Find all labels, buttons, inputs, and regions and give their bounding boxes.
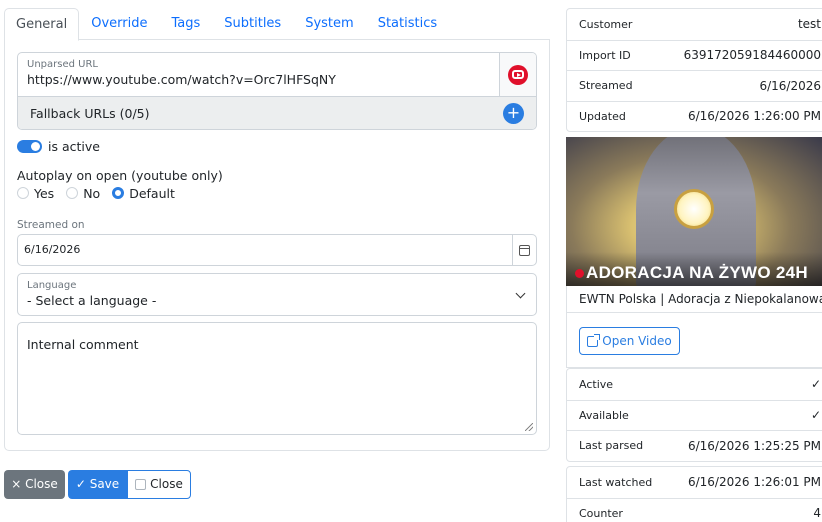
internal-comment-textarea[interactable]: Internal comment	[17, 322, 537, 435]
radio-no-label: No	[83, 185, 101, 201]
calendar-button[interactable]	[512, 235, 536, 265]
comment-placeholder: Internal comment	[27, 337, 139, 352]
status-row-available: Available ✓	[567, 399, 822, 431]
language-label: Language	[27, 280, 77, 291]
info-value: 6/16/2026	[759, 78, 821, 93]
radio-default-label: Default	[129, 185, 175, 201]
tab-general[interactable]: General	[4, 8, 80, 41]
info-key: Updated	[579, 109, 626, 123]
watch-value: 4	[813, 506, 821, 521]
url-group: Unparsed URL https://www.youtube.com/wat…	[17, 52, 537, 130]
watch-row-counter: Counter 4	[567, 497, 822, 522]
info-value: 639172059184460000	[683, 48, 821, 63]
card-divider	[567, 312, 822, 313]
video-card: EWTN Polska | Adoracja z Niepokalanowa O…	[566, 286, 822, 368]
thumbnail-text: ADORACJA NA ŻYWO 24H	[586, 263, 808, 282]
streamed-on-label: Streamed on	[17, 219, 85, 231]
calendar-icon	[519, 244, 530, 256]
check-icon: ✓	[810, 377, 821, 392]
info-key: Customer	[579, 17, 633, 31]
url-label: Unparsed URL	[27, 59, 98, 70]
tab-bar: General Override Tags Subtitles System S…	[4, 8, 550, 41]
watch-key: Counter	[579, 506, 623, 520]
active-toggle-row: is active	[17, 138, 100, 154]
tab-system[interactable]: System	[293, 8, 365, 40]
tab-statistics[interactable]: Statistics	[366, 8, 449, 40]
url-value[interactable]: https://www.youtube.com/watch?v=Orc7lHFS…	[27, 71, 491, 88]
youtube-button[interactable]	[499, 53, 536, 96]
radio-default-circle[interactable]	[112, 187, 125, 199]
tab-tags[interactable]: Tags	[159, 8, 212, 40]
streamed-date-input[interactable]: 6/16/2026	[17, 234, 537, 266]
video-thumbnail[interactable]: ADORACJA NA ŻYWO 24H	[566, 137, 822, 286]
close-toggle-label: Close	[150, 477, 183, 491]
info-value: test	[797, 17, 821, 32]
youtube-icon	[508, 64, 528, 85]
info-value: 6/16/2026 1:26:00 PM	[687, 109, 821, 124]
url-field[interactable]: Unparsed URL https://www.youtube.com/wat…	[18, 53, 500, 96]
fallback-urls-label: Fallback URLs (0/5)	[30, 106, 150, 121]
radio-yes-label: Yes	[34, 185, 55, 201]
language-value: - Select a language -	[27, 293, 157, 308]
autoplay-options: Yes No Default	[17, 185, 187, 201]
radio-no-circle[interactable]	[66, 187, 79, 199]
watch-key: Last watched	[579, 475, 653, 489]
resize-handle-icon[interactable]	[525, 423, 533, 431]
check-icon: ✓	[810, 408, 821, 423]
general-panel: Unparsed URL https://www.youtube.com/wat…	[4, 39, 550, 451]
info-table: Customer test Import ID 6391720591844600…	[566, 8, 822, 132]
info-key: Streamed	[579, 79, 633, 93]
streamed-date-value: 6/16/2026	[24, 243, 81, 256]
fallback-urls-row[interactable]: Fallback URLs (0/5) +	[18, 96, 536, 129]
status-key: Available	[579, 408, 629, 422]
language-select[interactable]: Language - Select a language -	[17, 273, 537, 316]
save-button-group: ✓ Save Close	[68, 470, 191, 499]
checkbox-icon[interactable]	[135, 479, 147, 490]
status-table: Active ✓ Available ✓ Last parsed 6/16/20…	[566, 368, 822, 462]
tab-subtitles[interactable]: Subtitles	[212, 8, 293, 40]
info-row-import-id: Import ID 639172059184460000	[567, 39, 822, 71]
status-value: 6/16/2026 1:25:25 PM	[687, 438, 821, 453]
radio-yes[interactable]: Yes	[17, 186, 54, 201]
save-button[interactable]: ✓ Save	[68, 470, 127, 499]
autoplay-label: Autoplay on open (youtube only)	[17, 168, 223, 183]
radio-default[interactable]: Default	[112, 186, 175, 201]
watch-table: Last watched 6/16/2026 1:26:01 PM Counte…	[566, 466, 822, 522]
status-key: Active	[579, 377, 614, 391]
open-video-label: Open Video	[602, 334, 672, 348]
live-dot-icon	[575, 269, 584, 278]
status-row-last-parsed: Last parsed 6/16/2026 1:25:25 PM	[567, 430, 822, 461]
status-row-active: Active ✓	[567, 369, 822, 400]
info-row-streamed: Streamed 6/16/2026	[567, 70, 822, 101]
active-label: is active	[48, 138, 100, 154]
watch-row-last-watched: Last watched 6/16/2026 1:26:01 PM	[567, 467, 822, 498]
info-key: Import ID	[579, 48, 631, 62]
active-switch[interactable]	[17, 139, 42, 153]
info-row-customer: Customer test	[567, 9, 822, 40]
plus-icon[interactable]: +	[503, 103, 524, 124]
open-video-button[interactable]: Open Video	[579, 327, 680, 355]
close-button[interactable]: × Close	[4, 470, 65, 499]
save-and-close-toggle[interactable]: Close	[127, 470, 191, 499]
watch-value: 6/16/2026 1:26:01 PM	[687, 475, 821, 490]
page-root: General Override Tags Subtitles System S…	[0, 0, 822, 522]
info-row-updated: Updated 6/16/2026 1:26:00 PM	[567, 100, 822, 132]
tab-override[interactable]: Override	[79, 8, 159, 40]
status-key: Last parsed	[579, 439, 644, 453]
radio-yes-circle[interactable]	[17, 187, 29, 199]
video-title: EWTN Polska | Adoracja z Niepokalanowa	[579, 292, 822, 306]
external-link-icon	[587, 333, 601, 347]
radio-no[interactable]: No	[66, 186, 100, 201]
thumbnail-monstrance	[674, 189, 714, 229]
